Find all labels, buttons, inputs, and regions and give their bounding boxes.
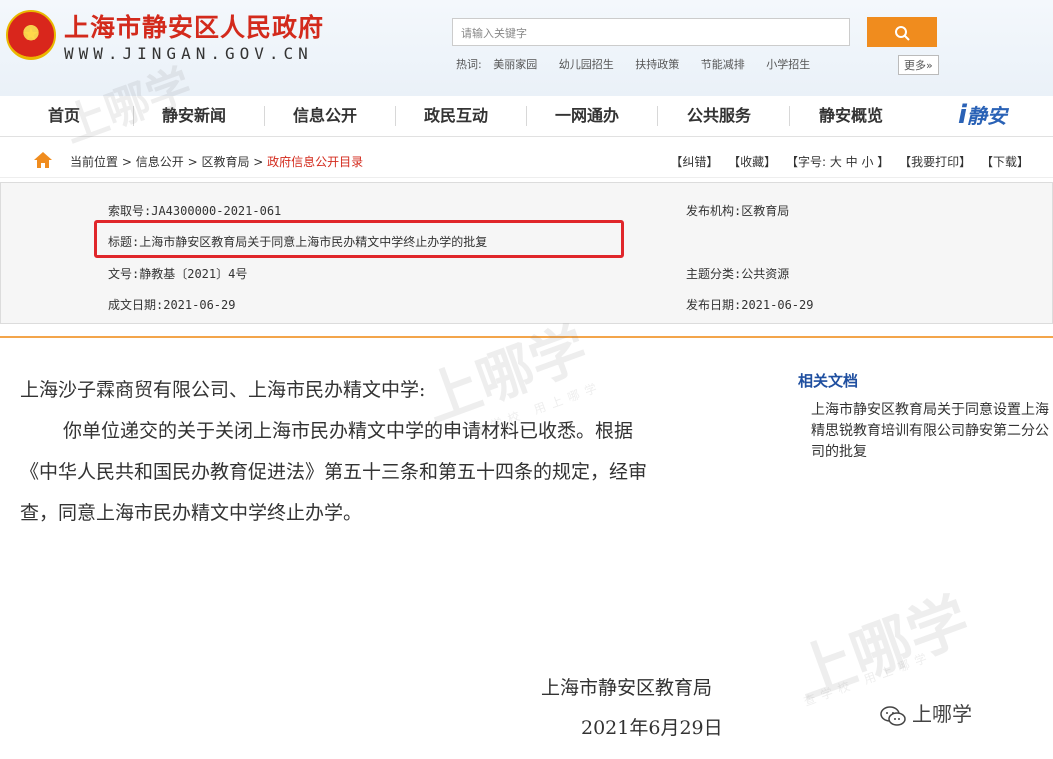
tool-report-error[interactable]: 【纠错】	[670, 155, 718, 169]
main-nav: 首页 静安新闻 信息公开 政民互动 一网通办 公共服务 静安概览	[0, 96, 1053, 137]
letter-date: 2021年6月29日	[581, 717, 723, 739]
breadcrumb-link[interactable]: 信息公开	[136, 155, 184, 169]
site-url: WWW.JINGAN.GOV.CN	[64, 44, 313, 63]
hot-word-link[interactable]: 小学招生	[766, 58, 810, 71]
letter-paragraph-line: 《中华人民共和国民办教育促进法》第五十三条和第五十四条的规定，经审	[20, 461, 648, 483]
letter-paragraph-line: 查，同意上海市民办精文中学终止办学。	[20, 502, 363, 524]
nav-online-services[interactable]: 一网通办	[555, 96, 619, 136]
nav-divider	[133, 106, 134, 126]
wechat-label: 上哪学	[912, 702, 972, 726]
search-icon	[895, 25, 910, 41]
section-divider	[0, 336, 1053, 338]
nav-divider	[526, 106, 527, 126]
breadcrumb: 当前位置 > 信息公开 > 区教育局 > 政府信息公开目录	[70, 153, 363, 170]
nav-home[interactable]: 首页	[48, 96, 80, 136]
page-tools: 【纠错】 【收藏】 【字号: 大 中 小 】 【我要打印】 【下载】	[664, 153, 1029, 170]
site-header: ★ 上海市静安区人民政府 WWW.JINGAN.GOV.CN 请输入关键字 热词…	[0, 0, 1053, 96]
tool-print[interactable]: 【我要打印】	[899, 155, 971, 169]
meta-category: 主题分类:公共资源	[686, 267, 790, 281]
title-highlight-box	[94, 220, 624, 258]
meta-doc-no: 文号:静教基〔2021〕4号	[108, 267, 248, 281]
nav-divider	[657, 106, 658, 126]
nav-public-services[interactable]: 公共服务	[687, 96, 751, 136]
tool-font-size[interactable]: 【字号: 大 中 小 】	[786, 155, 889, 169]
search-button[interactable]	[867, 17, 937, 47]
wechat-watermark: 上哪学	[880, 698, 972, 727]
wechat-icon	[880, 705, 906, 726]
tool-bookmark[interactable]: 【收藏】	[728, 155, 776, 169]
letter-signer: 上海市静安区教育局	[541, 677, 713, 699]
jingan-logo[interactable]: i静安	[958, 100, 1007, 130]
nav-interaction[interactable]: 政民互动	[424, 96, 488, 136]
nav-overview[interactable]: 静安概览	[819, 96, 883, 136]
meta-created-date: 成文日期:2021-06-29	[108, 298, 236, 312]
tool-download[interactable]: 【下载】	[981, 155, 1029, 169]
search-input[interactable]: 请输入关键字	[452, 18, 850, 46]
nav-divider	[789, 106, 790, 126]
hot-words: 热词: 美丽家园 幼儿园招生 扶持政策 节能减排 小学招生	[456, 56, 828, 72]
jingan-logo-icon: i	[958, 100, 967, 130]
hot-word-link[interactable]: 美丽家园	[493, 58, 537, 71]
hot-word-link[interactable]: 扶持政策	[635, 58, 679, 71]
hot-word-link[interactable]: 节能减排	[701, 58, 745, 71]
letter-salutation: 上海沙子霖商贸有限公司、上海市民办精文中学:	[20, 379, 426, 401]
breadcrumb-link[interactable]: 区教育局	[201, 155, 249, 169]
hot-word-link[interactable]: 幼儿园招生	[559, 58, 614, 71]
nav-news[interactable]: 静安新闻	[162, 96, 226, 136]
breadcrumb-label: 当前位置	[70, 155, 119, 169]
meta-index-no: 索取号:JA4300000-2021-061	[108, 204, 282, 218]
breadcrumb-separator: >	[121, 155, 136, 169]
jingan-logo-text: 静安	[966, 104, 1007, 128]
hot-words-label: 热词:	[456, 58, 482, 71]
breadcrumb-separator: >	[253, 155, 268, 169]
breadcrumb-current[interactable]: 政府信息公开目录	[267, 155, 363, 169]
national-emblem-icon: ★	[6, 10, 56, 60]
related-doc-link[interactable]: 上海市静安区教育局关于同意设置上海精思锐教育培训有限公司静安第二分公司的批复	[811, 400, 1051, 463]
nav-divider	[264, 106, 265, 126]
watermark-text: 上哪学	[785, 584, 979, 713]
meta-publisher: 发布机构:区教育局	[686, 204, 790, 218]
meta-published-date: 发布日期:2021-06-29	[686, 298, 814, 312]
nav-divider	[395, 106, 396, 126]
nav-info-disclosure[interactable]: 信息公开	[293, 96, 357, 136]
letter-paragraph-line: 你单位递交的关于关闭上海市民办精文中学的申请材料已收悉。根据	[63, 420, 634, 442]
home-icon[interactable]	[34, 152, 52, 168]
related-docs-title: 相关文档	[798, 372, 859, 390]
breadcrumb-bar: 当前位置 > 信息公开 > 区教育局 > 政府信息公开目录 【纠错】 【收藏】 …	[0, 145, 1053, 178]
breadcrumb-separator: >	[187, 155, 202, 169]
more-button[interactable]: 更多»	[898, 55, 939, 75]
site-title[interactable]: 上海市静安区人民政府	[64, 8, 324, 44]
